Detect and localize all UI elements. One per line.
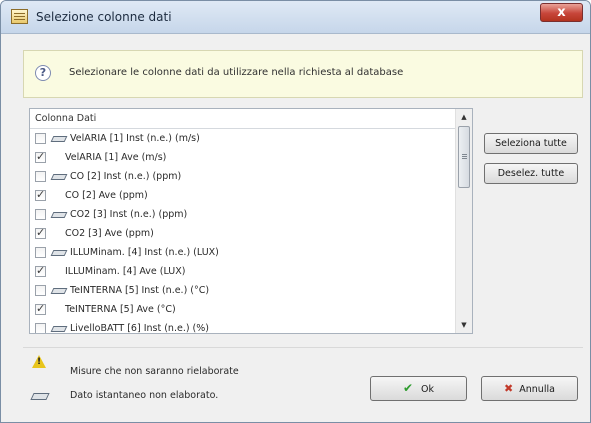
row-checkbox[interactable]: [35, 188, 46, 201]
list-header-label: Colonna Dati: [35, 113, 97, 124]
pen-icon: [50, 288, 68, 294]
list-item-label: ILLUMinam. [4] Ave (LUX): [65, 266, 186, 277]
info-panel: ? Selezionare le colonne dati da utilizz…: [23, 50, 583, 98]
list-item-label: CO2 [3] Inst (n.e.) (ppm): [70, 209, 188, 220]
list-item-label: LivelloBATT [6] Inst (n.e.) (%): [70, 323, 209, 334]
cancel-button[interactable]: ✖ Annulla: [481, 376, 578, 401]
pen-icon: [30, 393, 50, 400]
dialog-window: Selezione colonne dati x ? Selezionare l…: [0, 0, 591, 423]
title-bar: Selezione colonne dati x: [1, 1, 590, 34]
list-item[interactable]: ILLUMinam. [4] Inst (n.e.) (LUX): [30, 244, 455, 263]
scroll-up-arrow-icon[interactable]: ▲: [456, 109, 472, 125]
check-icon: ✔: [402, 381, 414, 395]
deselect-all-button[interactable]: Deselez. tutte: [484, 163, 578, 184]
list-rows: VelARIA [1] Inst (n.e.) (m/s) VelARIA [1]…: [30, 130, 455, 334]
info-text: Selezionare le colonne dati da utilizzar…: [69, 67, 404, 78]
pen-icon: [50, 250, 68, 256]
warning-icon: [32, 355, 46, 368]
row-checkbox[interactable]: [35, 171, 46, 182]
list-item-label: CO [2] Inst (n.e.) (ppm): [70, 171, 182, 182]
warning-legend-text: Misure che non saranno rielaborate: [70, 366, 239, 377]
vertical-scrollbar[interactable]: ▲ ▼: [455, 109, 472, 333]
table-icon: [11, 9, 28, 24]
ok-button-label: Ok: [421, 384, 435, 395]
pen-legend-text: Dato istantaneo non elaborato.: [70, 390, 219, 401]
pen-icon: [50, 326, 68, 332]
list-item-label: ILLUMinam. [4] Inst (n.e.) (LUX): [70, 247, 219, 258]
row-checkbox[interactable]: [35, 226, 46, 239]
list-item[interactable]: LivelloBATT [6] Inst (n.e.) (%): [30, 320, 455, 334]
list-item[interactable]: CO2 [3] Inst (n.e.) (ppm): [30, 206, 455, 225]
pen-icon: [50, 136, 68, 142]
select-all-button[interactable]: Seleziona tutte: [484, 133, 578, 154]
row-checkbox[interactable]: [35, 323, 46, 333]
scroll-thumb[interactable]: [458, 126, 470, 188]
list-item[interactable]: CO [2] Ave (ppm): [30, 187, 455, 206]
row-checkbox[interactable]: [35, 150, 46, 163]
pen-icon: [50, 174, 68, 180]
row-checkbox[interactable]: [35, 133, 46, 144]
list-item[interactable]: CO2 [3] Ave (ppm): [30, 225, 455, 244]
scroll-down-arrow-icon[interactable]: ▼: [456, 317, 472, 333]
row-checkbox[interactable]: [35, 302, 46, 315]
window-title: Selezione colonne dati: [36, 10, 172, 24]
list-header: Colonna Dati: [30, 109, 455, 129]
row-checkbox[interactable]: [35, 209, 46, 220]
pen-icon: [50, 212, 68, 218]
ok-button[interactable]: ✔ Ok: [370, 376, 467, 401]
list-item[interactable]: TeINTERNA [5] Inst (n.e.) (°C): [30, 282, 455, 301]
list-item[interactable]: VelARIA [1] Ave (m/s): [30, 149, 455, 168]
list-item[interactable]: VelARIA [1] Inst (n.e.) (m/s): [30, 130, 455, 149]
cancel-x-icon: ✖: [504, 382, 514, 395]
list-item-label: VelARIA [1] Inst (n.e.) (m/s): [70, 133, 200, 144]
divider: [23, 347, 583, 348]
cancel-button-label: Annulla: [519, 384, 555, 395]
row-checkbox[interactable]: [35, 247, 46, 258]
list-item[interactable]: ILLUMinam. [4] Ave (LUX): [30, 263, 455, 282]
close-button[interactable]: x: [540, 3, 583, 22]
help-question-icon: ?: [35, 65, 51, 81]
row-checkbox[interactable]: [35, 264, 46, 277]
list-item-label: CO [2] Ave (ppm): [65, 190, 148, 201]
row-checkbox[interactable]: [35, 285, 46, 296]
list-item-label: VelARIA [1] Ave (m/s): [65, 152, 167, 163]
list-item[interactable]: TeINTERNA [5] Ave (°C): [30, 301, 455, 320]
list-item-label: TeINTERNA [5] Inst (n.e.) (°C): [70, 285, 210, 296]
list-item-label: TeINTERNA [5] Ave (°C): [65, 304, 176, 315]
list-item[interactable]: CO [2] Inst (n.e.) (ppm): [30, 168, 455, 187]
column-list[interactable]: Colonna Dati VelARIA [1] Inst (n.e.) (m/…: [29, 108, 473, 334]
list-item-label: CO2 [3] Ave (ppm): [65, 228, 154, 239]
